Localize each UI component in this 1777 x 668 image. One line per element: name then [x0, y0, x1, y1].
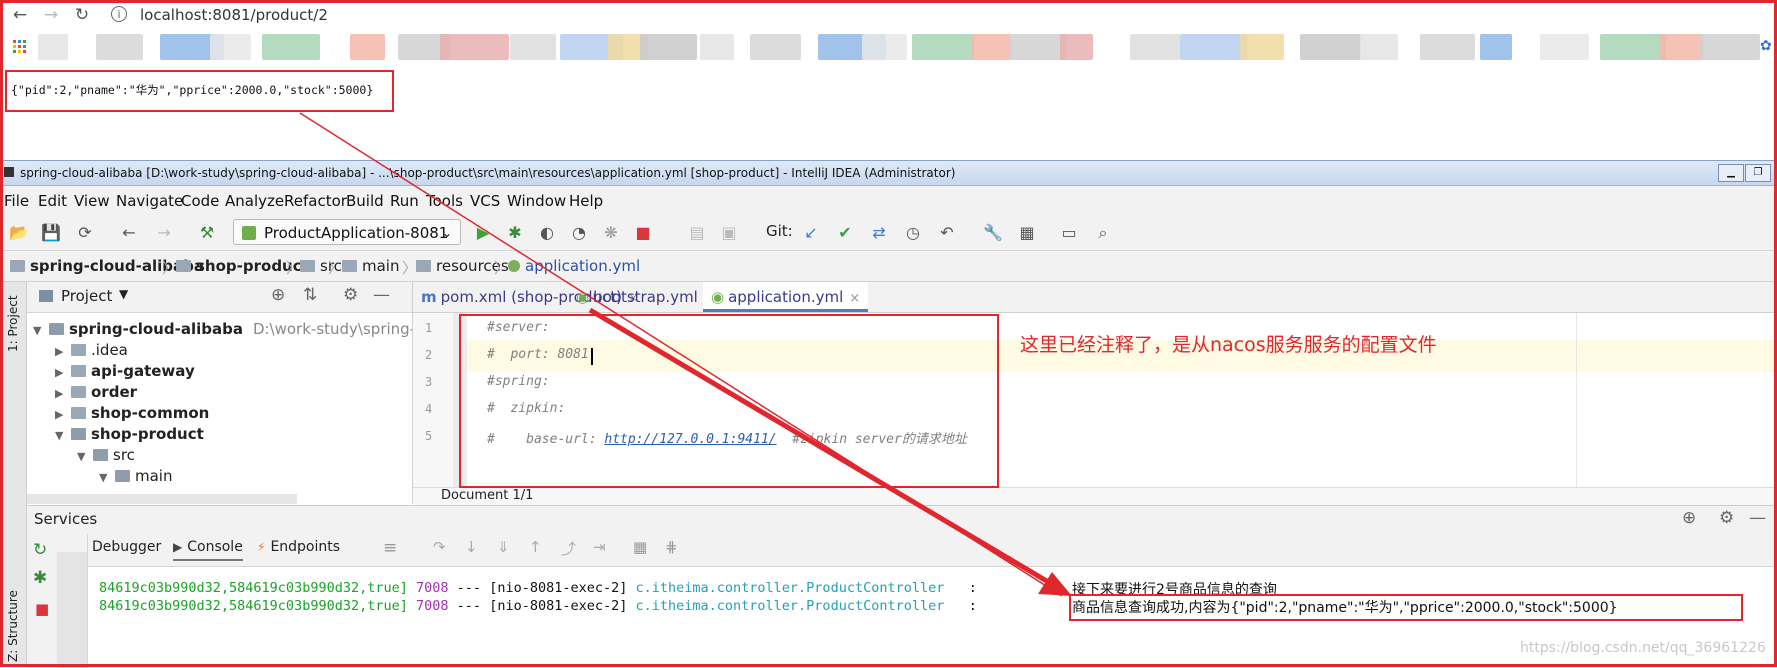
watermark: https://blog.csdn.net/qq_36961226 [1520, 640, 1766, 656]
thick-arrow-line [588, 307, 1052, 586]
annotation-arrows [299, 112, 1072, 597]
